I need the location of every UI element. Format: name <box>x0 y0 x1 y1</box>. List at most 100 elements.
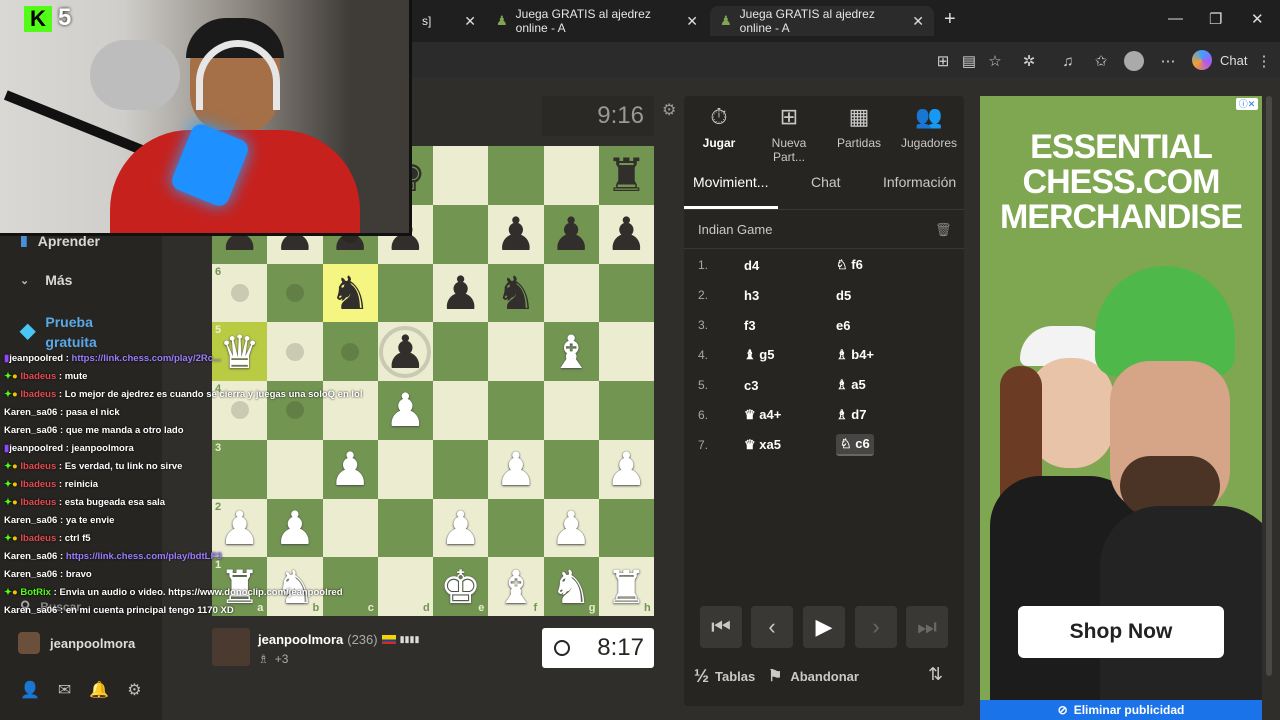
media-icon[interactable]: ♫ <box>1057 50 1079 72</box>
board-square[interactable] <box>377 498 433 558</box>
browser-tab-active[interactable]: ♟ Juega GRATIS al ajedrez online - A ✕ <box>710 6 934 36</box>
board-square[interactable] <box>488 498 544 558</box>
board-square[interactable] <box>433 322 489 381</box>
remove-ad-bar[interactable]: ⊘ Eliminar publicidad <box>980 700 1262 720</box>
board-square[interactable] <box>433 146 489 205</box>
tab-nueva-partida[interactable]: ⊞ Nueva Part... <box>754 104 824 164</box>
resign-button[interactable]: ⚑ Abandonar <box>768 666 859 686</box>
black-knight-icon[interactable]: ♞ <box>488 264 543 323</box>
move-hint-dot[interactable] <box>230 401 249 420</box>
board-square[interactable] <box>543 439 599 499</box>
browser-tab[interactable]: ♟ Juega GRATIS al ajedrez online - A ✕ <box>486 6 708 36</box>
move-hint-dot[interactable] <box>230 283 249 302</box>
close-icon[interactable]: ✕ <box>686 13 698 30</box>
white-move[interactable]: c3 <box>744 378 836 393</box>
white-pawn-icon[interactable]: ♟ <box>544 499 599 558</box>
more-icon[interactable]: ⋯ <box>1157 50 1179 72</box>
gear-icon[interactable]: ⚙ <box>127 680 141 700</box>
friends-icon[interactable]: 👤 <box>20 680 40 700</box>
tab-jugar[interactable]: ⏱ Jugar <box>684 104 754 150</box>
maximize-icon[interactable]: ❐ <box>1209 10 1222 28</box>
player-name[interactable]: jeanpoolmora <box>258 632 343 647</box>
board-square[interactable] <box>543 263 599 323</box>
white-pawn-icon[interactable]: ♟ <box>378 381 433 440</box>
move-hint-dot[interactable] <box>285 283 304 302</box>
close-icon[interactable]: ✕ <box>912 13 924 30</box>
black-knight-icon[interactable]: ♞ <box>323 264 378 323</box>
advertisement[interactable]: ESSENTIAL CHESS.COM MERCHANDISE Shop Now… <box>980 96 1262 720</box>
close-window-icon[interactable]: ✕ <box>1251 10 1264 28</box>
board-square[interactable] <box>598 263 654 323</box>
draw-button[interactable]: ½ Tablas <box>694 666 755 687</box>
mail-icon[interactable]: ✉ <box>58 680 71 700</box>
prev-move-button[interactable]: ‹ <box>751 606 793 648</box>
board-square[interactable] <box>433 204 489 264</box>
board-square[interactable] <box>598 322 654 381</box>
white-pawn-icon[interactable]: ♟ <box>599 440 654 499</box>
black-move[interactable]: ♘ c6 <box>836 434 874 456</box>
subtab-chat[interactable]: Chat <box>811 174 841 190</box>
black-move[interactable]: ♗ b4+ <box>836 347 874 363</box>
browser-tab[interactable]: s] ✕ <box>412 6 486 36</box>
first-move-button[interactable]: ⏮ <box>700 606 742 648</box>
black-pawn-icon[interactable]: ♟ <box>544 205 599 264</box>
subtab-info[interactable]: Información <box>883 174 956 190</box>
trash-icon[interactable]: 🗑 <box>935 222 952 238</box>
white-move[interactable]: h3 <box>744 288 836 303</box>
board-square[interactable] <box>322 498 378 558</box>
sidebar-item-mas[interactable]: ⌄ Más <box>20 272 72 288</box>
white-move[interactable]: ♛ a4+ <box>744 407 836 423</box>
sidebar-more-icon[interactable]: ⋮ <box>1253 50 1275 72</box>
board-square[interactable] <box>488 381 544 440</box>
white-move[interactable]: d4 <box>744 258 836 273</box>
ad-choices-icon[interactable]: ⓘ✕ <box>1236 98 1258 110</box>
white-pawn-icon[interactable]: ♟ <box>488 440 543 499</box>
tab-jugadores[interactable]: 👥 Jugadores <box>894 104 964 150</box>
board-square[interactable] <box>488 146 544 205</box>
capture-hint-ring[interactable] <box>379 325 432 378</box>
sidebar-user[interactable]: jeanpoolmora <box>18 632 135 654</box>
favorite-icon[interactable]: ☆ <box>984 50 1006 72</box>
extensions-icon[interactable]: ✲ <box>1018 50 1040 72</box>
board-square[interactable] <box>377 263 433 323</box>
app-available-icon[interactable]: ⊞ <box>932 50 954 72</box>
board-square[interactable] <box>598 498 654 558</box>
flip-board-icon[interactable]: ⇅ <box>928 664 943 685</box>
copilot-button[interactable]: Chat <box>1192 50 1247 70</box>
profile-icon[interactable] <box>1124 51 1144 71</box>
new-tab-button[interactable]: + <box>944 8 956 31</box>
sidebar-item-prueba[interactable]: ◆ Prueba gratuita <box>20 312 105 352</box>
tab-partidas[interactable]: ▦ Partidas <box>824 104 894 150</box>
white-pawn-icon[interactable]: ♟ <box>323 440 378 499</box>
black-pawn-icon[interactable]: ♟ <box>599 205 654 264</box>
favorites-list-icon[interactable]: ✩ <box>1090 50 1112 72</box>
black-move[interactable]: ♘ f6 <box>836 257 863 273</box>
shop-now-button[interactable]: Shop Now <box>1018 606 1224 658</box>
white-pawn-icon[interactable]: ♟ <box>267 499 322 558</box>
black-move[interactable]: ♗ d7 <box>836 407 866 423</box>
play-button[interactable]: ▶ <box>803 606 845 648</box>
board-square[interactable] <box>488 322 544 381</box>
board-square[interactable] <box>433 381 489 440</box>
board-square[interactable] <box>433 439 489 499</box>
board-square[interactable] <box>543 381 599 440</box>
subtab-moves[interactable]: Movimient... <box>693 174 768 190</box>
last-move-button[interactable]: ⏭ <box>906 606 948 648</box>
white-move[interactable]: ♛ xa5 <box>744 437 836 453</box>
move-hint-dot[interactable] <box>341 342 360 361</box>
white-move[interactable]: ♝ g5 <box>744 347 836 363</box>
black-move[interactable]: d5 <box>836 288 851 303</box>
scrollbar[interactable] <box>1266 96 1272 676</box>
board-square[interactable] <box>377 439 433 499</box>
reader-icon[interactable]: ▤ <box>958 50 980 72</box>
board-square[interactable] <box>598 381 654 440</box>
settings-gear-icon[interactable]: ⚙ <box>662 100 676 120</box>
white-move[interactable]: f3 <box>744 318 836 333</box>
black-pawn-icon[interactable]: ♟ <box>433 264 488 323</box>
board-square[interactable] <box>543 146 599 205</box>
black-rook-icon[interactable]: ♜ <box>599 146 654 205</box>
close-icon[interactable]: ✕ <box>464 13 476 30</box>
black-move[interactable]: ♗ a5 <box>836 377 866 393</box>
black-pawn-icon[interactable]: ♟ <box>488 205 543 264</box>
next-move-button[interactable]: › <box>855 606 897 648</box>
